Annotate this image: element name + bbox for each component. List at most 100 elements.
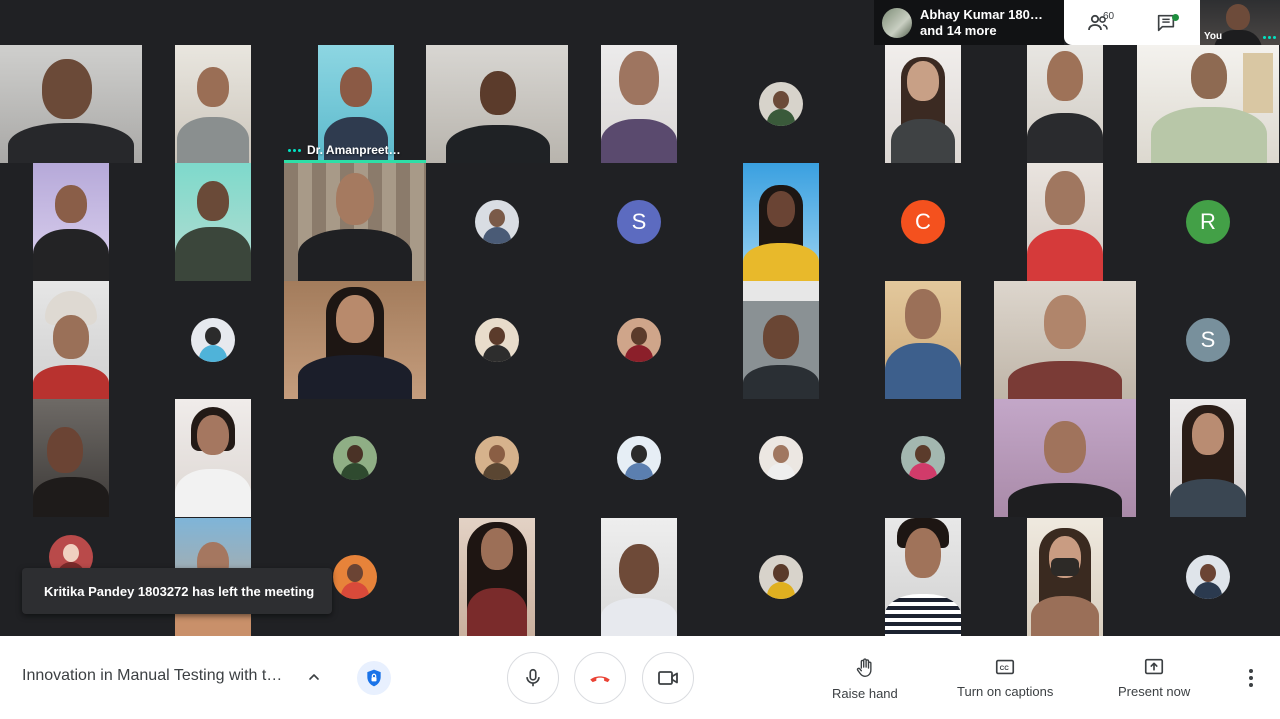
participant-avatar [759, 555, 803, 599]
participant-initial-avatar: S [617, 200, 661, 244]
participant-avatar [617, 318, 661, 362]
meeting-details-toggle[interactable] [303, 666, 325, 688]
present-now-label: Present now [1118, 684, 1191, 699]
participant-tile[interactable] [0, 399, 142, 517]
present-screen-icon [1145, 658, 1164, 675]
participant-tile[interactable] [568, 45, 710, 163]
presenter-text: Abhay Kumar 180… and 14 more [920, 7, 1043, 39]
participant-video [33, 281, 109, 399]
speaking-indicator-icon [288, 148, 301, 152]
participant-tile[interactable] [994, 163, 1136, 281]
self-figure-head [1226, 4, 1250, 30]
participant-video [1170, 399, 1246, 517]
participant-tile[interactable] [994, 281, 1136, 399]
participant-tile[interactable] [142, 399, 284, 517]
participant-tile[interactable] [710, 399, 852, 517]
participant-tile[interactable] [0, 163, 142, 281]
participant-avatar [333, 555, 377, 599]
participant-video [885, 45, 961, 163]
participant-tile[interactable] [852, 399, 994, 517]
participant-tile[interactable] [426, 518, 568, 636]
participant-tile[interactable]: C [852, 163, 994, 281]
participant-tile[interactable] [284, 281, 426, 399]
participant-tile[interactable] [1136, 399, 1280, 517]
notification-text: Kritika Pandey 1803272 has left the meet… [44, 583, 315, 599]
chat-button[interactable] [1141, 5, 1191, 41]
participant-tile[interactable] [0, 281, 142, 399]
raise-hand-label: Raise hand [832, 686, 898, 701]
participant-avatar [333, 436, 377, 480]
participant-tile[interactable] [710, 45, 852, 163]
participant-tile[interactable] [426, 163, 568, 281]
presenter-chip[interactable]: Abhay Kumar 180… and 14 more [874, 0, 1064, 45]
participant-tile[interactable] [284, 163, 426, 281]
participant-tile[interactable] [568, 518, 710, 636]
notification-toast: Kritika Pandey 1803272 has left the meet… [22, 568, 332, 614]
meeting-title[interactable]: Innovation in Manual Testing with t… [22, 667, 282, 685]
present-now-button[interactable]: Present now [1118, 656, 1190, 699]
participant-tile[interactable] [852, 518, 994, 636]
participant-video [601, 45, 677, 163]
participant-tile[interactable] [0, 45, 142, 163]
self-more-dots-icon[interactable] [1263, 36, 1276, 39]
participant-tile[interactable] [994, 45, 1136, 163]
people-button[interactable]: 60 [1073, 5, 1123, 41]
participant-initial: S [631, 209, 647, 234]
participant-tile[interactable] [1136, 518, 1280, 636]
participant-tile[interactable] [568, 281, 710, 399]
camera-button[interactable] [642, 652, 694, 704]
participant-tile[interactable] [426, 281, 568, 399]
participant-video [426, 45, 568, 163]
presenter-name: Abhay Kumar 180… [920, 6, 1043, 22]
participant-tile[interactable] [1136, 45, 1280, 163]
participant-tile[interactable] [142, 281, 284, 399]
participant-avatar [475, 318, 519, 362]
raise-hand-icon [856, 658, 872, 677]
participant-tile[interactable] [710, 518, 852, 636]
participant-video [885, 518, 961, 636]
participant-tile[interactable] [994, 399, 1136, 517]
raise-hand-button[interactable]: Raise hand [832, 656, 898, 701]
participant-tile[interactable] [142, 45, 284, 163]
participant-tile[interactable] [852, 281, 994, 399]
participant-video [284, 281, 426, 399]
participant-initial: S [1200, 327, 1216, 352]
participant-avatar [901, 436, 945, 480]
participant-video [994, 399, 1136, 517]
bottom-control-bar: Innovation in Manual Testing with t… Rai… [0, 636, 1280, 719]
participant-initial-avatar: R [1186, 200, 1230, 244]
microphone-button[interactable] [507, 652, 559, 704]
participant-tile[interactable] [426, 399, 568, 517]
leave-call-button[interactable] [574, 652, 626, 704]
participant-tile[interactable] [426, 45, 568, 163]
self-label: You [1204, 31, 1223, 42]
hang-up-icon [590, 676, 610, 683]
more-options-button[interactable] [1240, 666, 1262, 690]
participant-tile[interactable] [710, 281, 852, 399]
participant-tile[interactable] [710, 163, 852, 281]
participant-tile[interactable]: S [1136, 281, 1280, 399]
participant-video [601, 518, 677, 636]
participant-tile[interactable]: R [1136, 163, 1280, 281]
participant-initial: C [915, 209, 931, 234]
host-controls-button[interactable] [357, 661, 391, 695]
self-view-tile[interactable]: You [1200, 0, 1280, 45]
participant-tile[interactable]: S [568, 163, 710, 281]
captions-button[interactable]: CC Turn on captions [957, 656, 1053, 699]
participant-tile[interactable] [852, 45, 994, 163]
participant-video [743, 281, 819, 399]
participant-avatar [617, 436, 661, 480]
participant-tile[interactable] [568, 399, 710, 517]
participant-video: Dr. Amanpreet… [284, 45, 426, 163]
participant-grid: Dr. Amanpreet… S C R S [0, 45, 1280, 636]
participant-video [175, 45, 251, 163]
participant-tile[interactable] [994, 518, 1136, 636]
participant-video [1027, 45, 1103, 163]
presenter-more: and 14 more [920, 22, 997, 38]
participant-tile-speaker[interactable]: Dr. Amanpreet… [284, 45, 426, 163]
participant-tile[interactable] [142, 163, 284, 281]
microphone-icon [526, 668, 540, 687]
participant-tile[interactable] [284, 399, 426, 517]
speaker-name: Dr. Amanpreet… [307, 143, 401, 157]
people-count: 60 [1103, 10, 1115, 22]
